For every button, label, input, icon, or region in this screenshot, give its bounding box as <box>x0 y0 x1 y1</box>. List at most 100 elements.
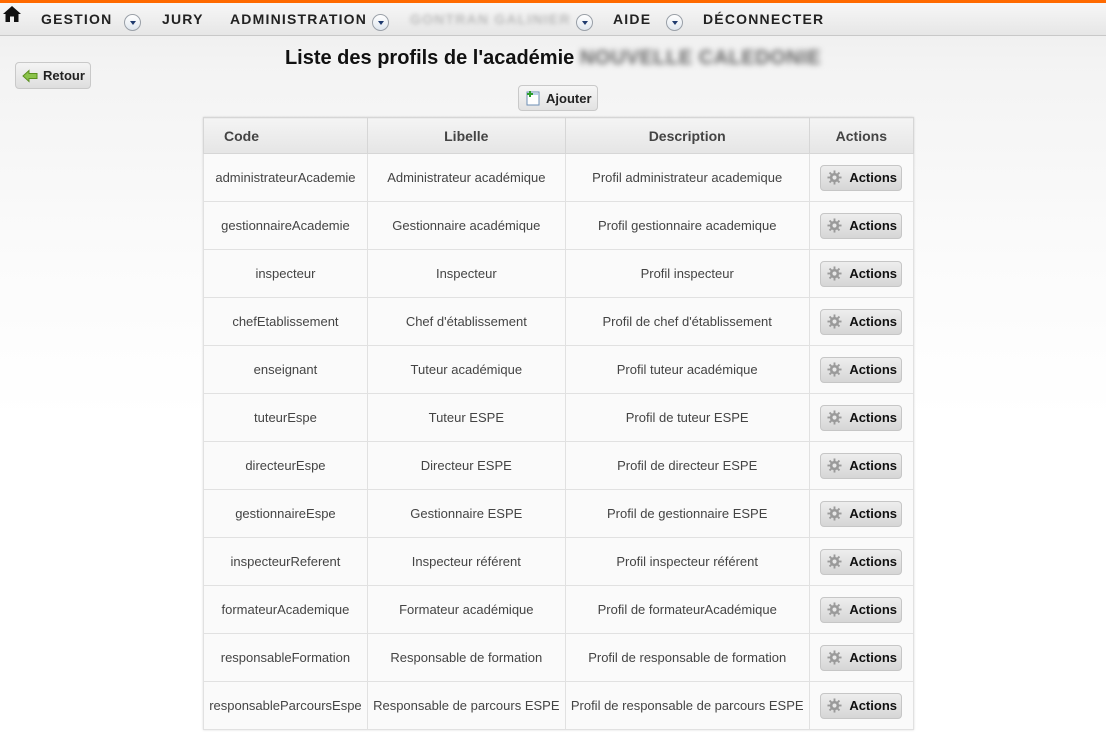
page-title-text: Liste des profils de l'académie <box>284 47 575 69</box>
table-row: administrateurAcademie Administrateur aca… <box>203 153 915 202</box>
actions-button[interactable]: Actions <box>820 692 903 719</box>
actions-button[interactable]: Actions <box>820 644 903 671</box>
cell-actions: Actions <box>808 537 915 586</box>
cell-code: responsableParcoursEspe <box>203 681 368 730</box>
user-dropdown-icon[interactable] <box>576 14 593 31</box>
cell-libelle: Chef d'établissement <box>366 297 566 346</box>
actions-button[interactable]: Actions <box>820 308 903 335</box>
gear-icon <box>827 650 842 665</box>
cell-libelle: Tuteur ESPE <box>366 393 566 442</box>
cell-libelle: Formateur académique <box>366 585 566 634</box>
actions-button[interactable]: Actions <box>820 164 903 191</box>
table-row: responsableParcoursEspe Responsable de pa… <box>203 681 915 730</box>
cell-code: inspecteur <box>203 249 368 298</box>
cell-description: Profil de responsable de parcours ESPE <box>564 681 810 730</box>
actions-button[interactable]: Actions <box>820 212 903 239</box>
cell-libelle: Gestionnaire académique <box>366 201 566 250</box>
cell-libelle: Responsable de parcours ESPE <box>366 681 566 730</box>
header-description[interactable]: Description <box>564 117 810 154</box>
cell-description: Profil de responsable de formation <box>564 633 810 682</box>
nav-administration[interactable]: ADMINISTRATION <box>230 11 367 27</box>
actions-button[interactable]: Actions <box>820 452 903 479</box>
arrow-left-icon <box>22 68 38 83</box>
gear-icon <box>827 314 842 329</box>
actions-button[interactable]: Actions <box>820 500 903 527</box>
table-row: directeurEspe Directeur ESPE Profil de dir… <box>203 441 915 490</box>
gear-icon <box>827 698 842 713</box>
actions-button-label: Actions <box>849 506 897 521</box>
gear-icon <box>827 410 842 425</box>
cell-code: inspecteurReferent <box>203 537 368 586</box>
actions-button-label: Actions <box>849 698 897 713</box>
academy-name: NOUVELLE CALEDONIE <box>579 47 822 69</box>
gestion-dropdown-icon[interactable] <box>124 14 141 31</box>
cell-code: tuteurEspe <box>203 393 368 442</box>
cell-libelle: Gestionnaire ESPE <box>366 489 566 538</box>
actions-button-label: Actions <box>849 602 897 617</box>
gear-icon <box>827 602 842 617</box>
actions-button-label: Actions <box>849 362 897 377</box>
cell-code: formateurAcademique <box>203 585 368 634</box>
cell-libelle: Responsable de formation <box>366 633 566 682</box>
actions-button-label: Actions <box>849 314 897 329</box>
nav-jury[interactable]: JURY <box>162 11 204 27</box>
cell-actions: Actions <box>808 441 915 490</box>
actions-button[interactable]: Actions <box>820 260 903 287</box>
cell-actions: Actions <box>808 201 915 250</box>
gear-icon <box>827 506 842 521</box>
cell-description: Profil de gestionnaire ESPE <box>564 489 810 538</box>
gear-icon <box>827 458 842 473</box>
cell-code: gestionnaireAcademie <box>203 201 368 250</box>
cell-actions: Actions <box>808 489 915 538</box>
administration-dropdown-icon[interactable] <box>372 14 389 31</box>
table-row: formateurAcademique Formateur académique P… <box>203 585 915 634</box>
nav-user-name[interactable]: GONTRAN GALINIER <box>410 11 571 27</box>
table-row: tuteurEspe Tuteur ESPE Profil de tuteur ES… <box>203 393 915 442</box>
table-row: inspecteurReferent Inspecteur référent Pro… <box>203 537 915 586</box>
cell-actions: Actions <box>808 345 915 394</box>
header-code[interactable]: Code <box>203 117 368 154</box>
cell-description: Profil de chef d'établissement <box>564 297 810 346</box>
aide-dropdown-icon[interactable] <box>666 14 683 31</box>
gear-icon <box>827 554 842 569</box>
actions-button-label: Actions <box>849 266 897 281</box>
cell-libelle: Directeur ESPE <box>366 441 566 490</box>
cell-actions: Actions <box>808 153 915 202</box>
cell-actions: Actions <box>808 249 915 298</box>
header-libelle[interactable]: Libelle <box>366 117 566 154</box>
gear-icon <box>827 266 842 281</box>
actions-button-label: Actions <box>849 650 897 665</box>
gear-icon <box>827 362 842 377</box>
gear-icon <box>827 218 842 233</box>
gear-icon <box>827 170 842 185</box>
actions-button[interactable]: Actions <box>820 404 903 431</box>
cell-description: Profil gestionnaire academique <box>564 201 810 250</box>
actions-button[interactable]: Actions <box>820 548 903 575</box>
top-navigation-bar: GESTION JURY ADMINISTRATION GONTRAN GALI… <box>0 0 1106 36</box>
actions-button-label: Actions <box>849 218 897 233</box>
cell-description: Profil administrateur academique <box>564 153 810 202</box>
nav-deconnecter[interactable]: DÉCONNECTER <box>703 11 824 27</box>
header-actions: Actions <box>808 117 915 154</box>
table-row: inspecteur Inspecteur Profil inspecteur Act… <box>203 249 915 298</box>
cell-code: administrateurAcademie <box>203 153 368 202</box>
cell-libelle: Inspecteur référent <box>366 537 566 586</box>
cell-actions: Actions <box>808 633 915 682</box>
cell-libelle: Inspecteur <box>366 249 566 298</box>
cell-description: Profil inspecteur <box>564 249 810 298</box>
home-icon[interactable] <box>2 4 22 24</box>
actions-button-label: Actions <box>849 554 897 569</box>
actions-button[interactable]: Actions <box>820 596 903 623</box>
page-title: Liste des profils de l'académie NOUVELLE… <box>0 47 1106 70</box>
cell-code: directeurEspe <box>203 441 368 490</box>
table-row: responsableFormation Responsable de forma… <box>203 633 915 682</box>
add-button[interactable]: Ajouter <box>518 85 598 111</box>
nav-aide[interactable]: AIDE <box>613 11 651 27</box>
cell-code: enseignant <box>203 345 368 394</box>
cell-description: Profil de tuteur ESPE <box>564 393 810 442</box>
cell-actions: Actions <box>808 585 915 634</box>
cell-code: gestionnaireEspe <box>203 489 368 538</box>
actions-button[interactable]: Actions <box>820 356 903 383</box>
table-row: enseignant Tuteur académique Profil tuteur… <box>203 345 915 394</box>
nav-gestion[interactable]: GESTION <box>41 11 112 27</box>
